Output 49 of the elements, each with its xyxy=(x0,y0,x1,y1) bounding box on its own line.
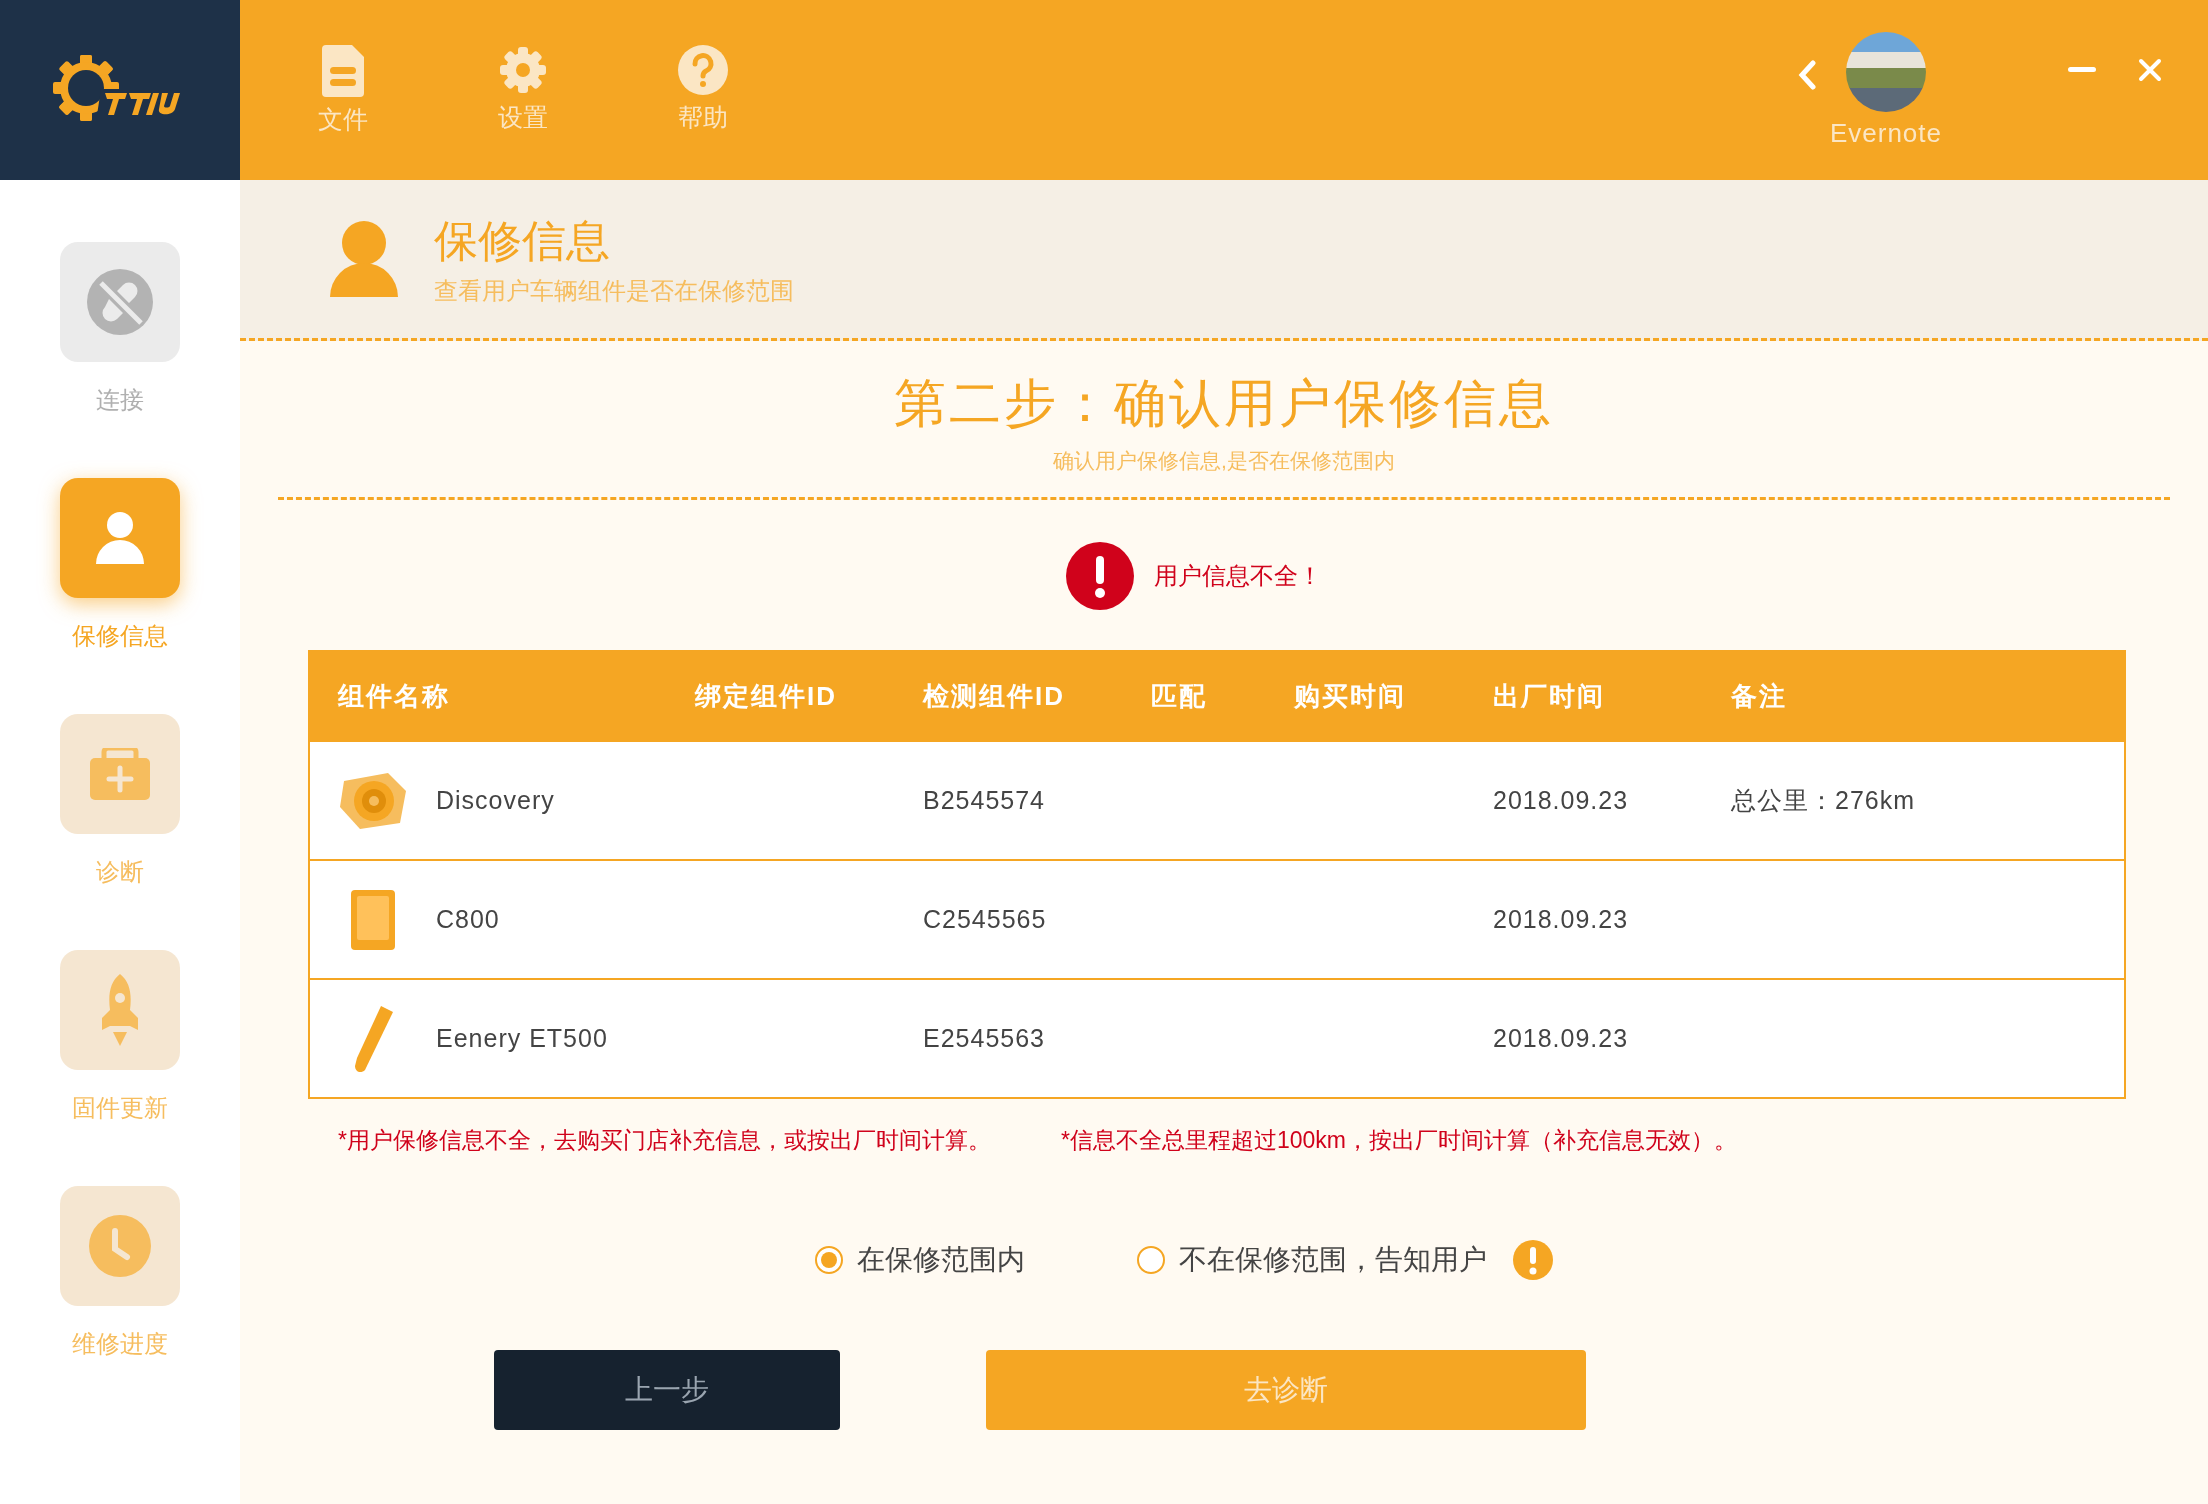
person-icon xyxy=(330,221,398,297)
table-cell-text: 2018.09.23 xyxy=(1493,786,1630,815)
column-header: 检测组件ID xyxy=(923,679,1066,713)
alert-icon xyxy=(1066,542,1134,610)
person-icon xyxy=(96,512,144,564)
minimize-icon xyxy=(2068,67,2096,73)
table-cell-text: 2018.09.23 xyxy=(1493,905,1630,934)
table-cell-text: B2545574 xyxy=(923,786,1046,815)
back-button[interactable]: 上一步 xyxy=(494,1350,840,1430)
next-button[interactable]: 去诊断 xyxy=(986,1350,1586,1430)
column-header: 匹配 xyxy=(1151,679,1208,713)
help-icon xyxy=(678,44,728,95)
column-header: 备注 xyxy=(1731,679,1788,713)
first-aid-kit-icon xyxy=(90,748,150,800)
disc-device-icon xyxy=(338,770,408,831)
menu-button[interactable]: 帮助 xyxy=(660,44,746,136)
account-name: Evernote xyxy=(1829,117,1942,149)
table-cell-text: E2545563 xyxy=(923,1024,1046,1053)
radio-label: 不在保修范围，告知用户 xyxy=(1179,1243,1487,1277)
menu-button[interactable]: 文件 xyxy=(300,44,386,136)
settings-icon xyxy=(498,44,548,95)
table-cell-text: C2545565 xyxy=(923,905,1048,934)
page-subtitle: 查看用户车辆组件是否在保修范围 xyxy=(434,275,794,306)
warning-note: *信息不全总里程超过100km，按出厂时间计算（补充信息无效）。 xyxy=(1060,1126,1737,1155)
table-cell: C800 xyxy=(436,905,500,934)
table-cell: Discovery xyxy=(436,786,555,815)
back-chevron-icon[interactable] xyxy=(1797,59,1816,90)
column-header: 组件名称 xyxy=(338,679,451,713)
radio-button[interactable] xyxy=(1137,1246,1165,1274)
warning-note: *用户保修信息不全，去购买门店补充信息，或按出厂时间计算。 xyxy=(338,1126,991,1155)
radio-label: 在保修范围内 xyxy=(857,1243,1025,1277)
step-title: 第二步：确认用户保修信息 xyxy=(894,373,1554,434)
column-header: 出厂时间 xyxy=(1493,679,1606,713)
menu-button[interactable]: 设置 xyxy=(480,44,566,136)
step-subtitle: 确认用户保修信息,是否在保修范围内 xyxy=(1053,448,1395,474)
tablet-icon xyxy=(351,889,395,950)
alert-message: 用户信息不全！ xyxy=(1154,561,1322,591)
column-header: 绑定组件ID xyxy=(695,679,838,713)
table-cell-text: 2018.09.23 xyxy=(1493,1024,1630,1053)
close-icon xyxy=(2138,58,2162,82)
document-icon xyxy=(322,44,364,97)
rocket-icon xyxy=(100,974,140,1046)
table-cell-text: 总公里：276km xyxy=(1731,785,1917,816)
column-header: 购买时间 xyxy=(1294,679,1407,713)
clock-icon xyxy=(89,1215,151,1277)
table-cell: Eenery ET500 xyxy=(436,1024,608,1053)
unplugged-icon xyxy=(87,269,153,335)
page-title: 保修信息 xyxy=(434,214,611,267)
radio-button[interactable] xyxy=(815,1246,843,1274)
